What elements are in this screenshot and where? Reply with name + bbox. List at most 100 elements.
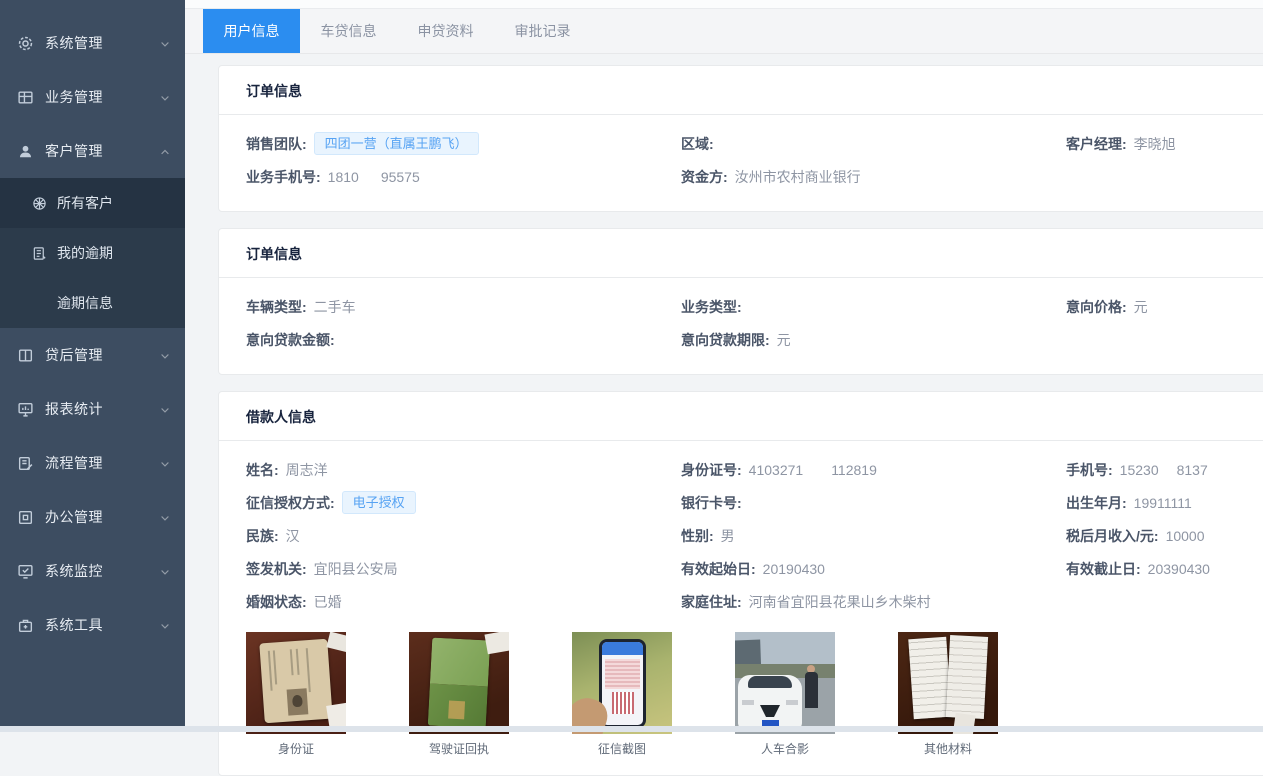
field-id-number: 身份证号: 4103271112819	[681, 453, 1066, 486]
field-label: 手机号:	[1066, 460, 1113, 480]
sidebar-item-label: 所有客户	[57, 193, 113, 213]
field-value: 汝州市农村商业银行	[735, 167, 861, 187]
workflow-icon	[17, 455, 34, 472]
chevron-down-icon	[159, 37, 171, 49]
field-issuing-authority: 签发机关: 宜阳县公安局	[246, 552, 681, 585]
field-ethnicity: 民族: 汉	[246, 519, 681, 552]
field-label: 车辆类型:	[246, 297, 307, 317]
field-value: 10000	[1166, 528, 1205, 544]
field-empty	[1066, 323, 1263, 356]
notebook-icon	[32, 246, 47, 261]
chevron-up-icon	[159, 145, 171, 157]
field-label: 意向贷款期限:	[681, 330, 770, 350]
sidebar-item-label: 系统管理	[45, 33, 159, 53]
office-icon	[17, 509, 34, 526]
sidebar-item-postloan-management[interactable]: 贷后管理	[0, 328, 185, 382]
field-empty	[1066, 160, 1263, 193]
field-credit-auth-method: 征信授权方式: 电子授权	[246, 486, 681, 519]
order-info-card: 订单信息 销售团队: 四团一营（直属王鹏飞） 区域: 客户经理: 李晓旭	[218, 65, 1263, 212]
field-value: 男	[721, 526, 735, 546]
tab-car-loan-info[interactable]: 车贷信息	[300, 9, 397, 53]
field-empty	[1066, 585, 1263, 618]
tab-user-info[interactable]: 用户信息	[203, 9, 300, 53]
field-label: 出生年月:	[1066, 493, 1127, 513]
main-area: 用户信息 车贷信息 申贷资料 审批记录 订单信息 销售团队: 四团一营（直属王鹏…	[185, 0, 1263, 732]
field-value: 元	[1134, 297, 1148, 317]
card-title: 借款人信息	[219, 392, 1263, 441]
field-income: 税后月收入/元: 10000	[1066, 519, 1263, 552]
field-mobile: 手机号: 152308137	[1066, 453, 1263, 486]
field-value: 宜阳县公安局	[314, 559, 398, 579]
sidebar-item-overdue-info[interactable]: 逾期信息	[0, 278, 185, 328]
sidebar: 系统管理 业务管理 客户管理 所有客户	[0, 0, 185, 732]
gear-icon	[17, 35, 34, 52]
chevron-down-icon	[159, 403, 171, 415]
sidebar-item-system-management[interactable]: 系统管理	[0, 16, 185, 70]
field-home-address: 家庭住址: 河南省宜阳县花果山乡木柴村	[681, 585, 1066, 618]
top-strip	[185, 0, 1263, 9]
borrower-info-card: 借款人信息 姓名: 周志洋 身份证号: 4103271112819 手机号: 1…	[218, 391, 1263, 776]
sidebar-item-report-statistics[interactable]: 报表统计	[0, 382, 185, 436]
person-with-car-photo-thumbnail[interactable]	[735, 632, 835, 734]
field-valid-from: 有效起始日: 20190430	[681, 552, 1066, 585]
field-label: 婚姻状态:	[246, 592, 307, 612]
card-title: 订单信息	[219, 229, 1263, 278]
tab-bar: 用户信息 车贷信息 申贷资料 审批记录	[185, 9, 1263, 54]
id-card-photo-thumbnail[interactable]	[246, 632, 346, 734]
field-label: 税后月收入/元:	[1066, 526, 1159, 546]
sidebar-item-label: 逾期信息	[57, 293, 113, 313]
sidebar-item-business-management[interactable]: 业务管理	[0, 70, 185, 124]
field-value: 19911111	[1134, 495, 1192, 511]
sidebar-item-system-tools[interactable]: 系统工具	[0, 598, 185, 652]
field-account-manager: 客户经理: 李晓旭	[1066, 127, 1263, 160]
customer-management-submenu: 所有客户 我的逾期 逾期信息	[0, 178, 185, 328]
sidebar-item-process-management[interactable]: 流程管理	[0, 436, 185, 490]
field-label: 身份证号:	[681, 460, 742, 480]
field-value: 李晓旭	[1134, 134, 1176, 154]
wheel-icon	[32, 196, 47, 211]
field-intent-price: 意向价格: 元	[1066, 290, 1263, 323]
sidebar-item-customer-management[interactable]: 客户管理	[0, 124, 185, 178]
user-icon	[17, 143, 34, 160]
sidebar-item-label: 客户管理	[45, 141, 159, 161]
tab-loan-application-materials[interactable]: 申贷资料	[397, 9, 494, 53]
field-label: 银行卡号:	[681, 493, 742, 513]
attachment-caption: 身份证	[246, 740, 346, 757]
chevron-down-icon	[159, 349, 171, 361]
field-sales-team: 销售团队: 四团一营（直属王鹏飞）	[246, 127, 681, 160]
sidebar-item-label: 业务管理	[45, 87, 159, 107]
sidebar-item-label: 报表统计	[45, 399, 159, 419]
sales-team-tag: 四团一营（直属王鹏飞）	[314, 132, 479, 155]
field-label: 家庭住址:	[681, 592, 742, 612]
redaction-patch	[359, 172, 381, 184]
chevron-down-icon	[159, 91, 171, 103]
field-label: 征信授权方式:	[246, 493, 335, 513]
field-label: 姓名:	[246, 460, 279, 480]
sidebar-item-label: 贷后管理	[45, 345, 159, 365]
green-booklet-photo-thumbnail[interactable]	[409, 632, 509, 734]
paper-documents-photo-thumbnail[interactable]	[898, 632, 998, 734]
field-label: 意向贷款金额:	[246, 330, 335, 350]
sidebar-item-label: 办公管理	[45, 507, 159, 527]
phone-qr-photo-thumbnail[interactable]	[572, 632, 672, 734]
sidebar-item-office-management[interactable]: 办公管理	[0, 490, 185, 544]
field-label: 业务类型:	[681, 297, 742, 317]
field-value: 已婚	[314, 592, 342, 612]
sidebar-item-my-overdue[interactable]: 我的逾期	[0, 228, 185, 278]
field-label: 意向价格:	[1066, 297, 1127, 317]
field-label: 业务手机号:	[246, 167, 321, 187]
monitor-icon	[17, 401, 34, 418]
sidebar-item-label: 系统工具	[45, 615, 159, 635]
open-book-icon	[17, 347, 34, 364]
tab-approval-records[interactable]: 审批记录	[494, 9, 591, 53]
attachment-caption: 人车合影	[735, 740, 835, 757]
attachment-caption: 其他材料	[898, 740, 998, 757]
attachment-captions: 身份证 驾驶证回执 征信截图 人车合影 其他材料	[246, 740, 1263, 757]
chevron-down-icon	[159, 511, 171, 523]
chevron-down-icon	[159, 457, 171, 469]
horizontal-scrollbar[interactable]	[0, 726, 1263, 732]
attachment-thumbnails	[246, 632, 1263, 734]
sidebar-item-all-customers[interactable]: 所有客户	[0, 178, 185, 228]
sidebar-item-system-monitor[interactable]: 系统监控	[0, 544, 185, 598]
field-gender: 性别: 男	[681, 519, 1066, 552]
